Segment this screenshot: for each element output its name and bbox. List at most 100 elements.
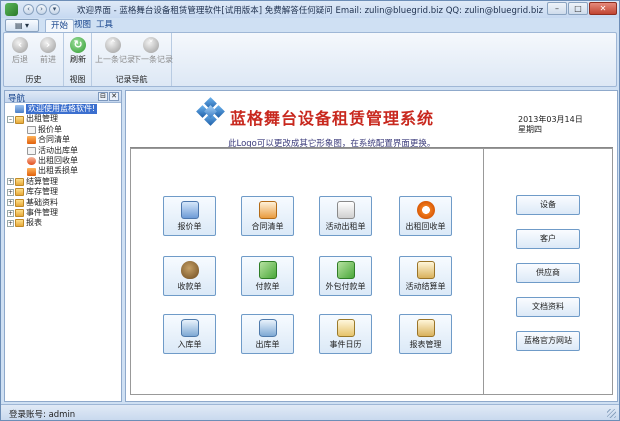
shortcut-label: 出租回收单 (405, 222, 446, 231)
expand-icon[interactable]: + (7, 199, 14, 207)
rental-return-button[interactable]: 出租回收单 (399, 196, 452, 236)
documents-button[interactable]: 文档资料 (516, 297, 580, 317)
report-management-button[interactable]: 报表管理 (399, 314, 452, 354)
banknote-icon (258, 261, 277, 279)
event-calendar-button[interactable]: 事件日历 (319, 314, 372, 354)
welcome-panel: 蓝格舞台设备租赁管理系统 2013年03月14日 星期四 此Logo可以更改成其… (125, 90, 618, 402)
report-icon (416, 319, 435, 337)
banknote-icon (336, 261, 355, 279)
maximize-button[interactable]: □ (568, 2, 588, 15)
shortcut-label: 收款单 (177, 282, 202, 291)
tree-node-label: 库存管理 (26, 187, 58, 197)
app-window: ‹ › ▾ 欢迎界面 - 蓝格舞台设备租赁管理软件[试用版本] 免费解答任何疑问… (0, 0, 620, 421)
forward-label: 前进 (40, 55, 56, 64)
clipboard-icon (416, 261, 435, 279)
tree-node-recycle[interactable]: 出租回收单 (5, 156, 121, 166)
tree-node-inventory[interactable]: + 库存管理 (5, 187, 121, 197)
damage-icon (27, 167, 36, 176)
tree-node-welcome[interactable]: 欢迎使用蓝格软件! (5, 104, 121, 115)
expand-icon[interactable]: + (7, 219, 14, 227)
payment-button[interactable]: 付款单 (241, 256, 294, 296)
equipment-button[interactable]: 设备 (516, 195, 580, 215)
tree-node-label: 出租回收单 (38, 155, 78, 165)
expand-icon[interactable]: + (7, 209, 14, 217)
receipt-button[interactable]: 收款单 (163, 256, 216, 296)
database-icon (180, 319, 199, 337)
contract-button[interactable]: 合同清单 (241, 196, 294, 236)
history-group-label: 历史 (25, 75, 42, 84)
tree-node-label: 活动出库单 (38, 145, 78, 155)
prev-record-button[interactable]: ˄ 上一条记录 (95, 35, 135, 65)
activity-rental-button[interactable]: 活动出租单 (319, 196, 372, 236)
title-bar[interactable]: ‹ › ▾ 欢迎界面 - 蓝格舞台设备租赁管理软件[试用版本] 免费解答任何疑问… (1, 1, 619, 18)
tab-tools[interactable]: 工具 (91, 19, 118, 32)
collapse-icon[interactable]: – (7, 116, 14, 124)
record-nav-group-label: 记录导航 (115, 75, 148, 84)
folder-icon (15, 115, 24, 124)
back-button[interactable]: ‹ 后退 (5, 35, 35, 65)
shortcut-label: 入库单 (177, 340, 202, 349)
inbound-button[interactable]: 入库单 (163, 314, 216, 354)
weekday-text: 星期四 (518, 125, 542, 134)
tree-node-damage[interactable]: 出租丢损单 (5, 166, 121, 176)
nav-pin-button[interactable]: ⊟ (98, 92, 108, 101)
tree-node-label: 出租管理 (26, 114, 58, 124)
refresh-button[interactable]: ↻ 刷新 (63, 35, 93, 65)
expand-icon[interactable]: + (7, 178, 14, 186)
application-menu-button[interactable]: ▤ ▾ (5, 19, 39, 32)
activity-settlement-button[interactable]: 活动结算单 (399, 256, 452, 296)
nav-header: 导航 ⊟ ✕ (5, 91, 121, 104)
tree-node-reports[interactable]: + 报表 (5, 218, 121, 228)
back-label: 后退 (12, 55, 28, 64)
folder-icon (15, 209, 24, 218)
expand-icon[interactable]: + (7, 188, 14, 196)
view-group-label: 视图 (69, 75, 86, 84)
resize-grip-icon[interactable] (607, 409, 616, 418)
arrow-left-icon: ‹ (12, 37, 28, 53)
official-website-button[interactable]: 蓝格官方网站 (516, 331, 580, 351)
nav-close-button[interactable]: ✕ (109, 92, 119, 101)
database-icon (258, 319, 277, 337)
ribbon-panel: ‹ 后退 › 前进 历史 ↻ 刷新 视图 ˄ 上一条记录 ˅ 下一条记录 记录导… (3, 32, 617, 87)
tree-node-contract[interactable]: 合同清单 (5, 135, 121, 145)
tree-node-rental[interactable]: – 出租管理 (5, 114, 121, 124)
tree-node-outbound[interactable]: 活动出库单 (5, 146, 121, 156)
tree-node-label: 出租丢损单 (38, 166, 78, 176)
current-date: 2013年03月14日 星期四 (518, 115, 583, 135)
shortcut-label: 合同清单 (251, 222, 284, 231)
shortcut-grid: 报价单 合同清单 活动出租单 出租回收单 收款单 付款单 外包付款单 活动结算单… (130, 148, 484, 395)
tree-node-label: 报表 (26, 218, 42, 228)
group-history: ‹ 后退 › 前进 历史 (4, 33, 64, 86)
forward-button[interactable]: › 前进 (33, 35, 63, 65)
calendar-icon (336, 319, 355, 337)
money-bag-icon (180, 261, 199, 279)
minimize-button[interactable]: – (547, 2, 567, 15)
document-icon (27, 125, 36, 134)
refresh-label: 刷新 (70, 55, 86, 64)
nav-header-buttons: ⊟ ✕ (98, 92, 119, 101)
side-shortcuts: 设备 客户 供应商 文档资料 蓝格官方网站 (484, 148, 613, 395)
folder-icon (15, 188, 24, 197)
quote-button[interactable]: 报价单 (163, 196, 216, 236)
ribbon-tabs: ▤ ▾ 开始 视图 工具 (1, 18, 619, 32)
folder-icon (15, 198, 24, 207)
outsource-payment-button[interactable]: 外包付款单 (319, 256, 372, 296)
next-record-button[interactable]: ˅ 下一条记录 (133, 35, 173, 65)
shortcut-label: 出库单 (255, 340, 280, 349)
tree-node-settlement[interactable]: + 结算管理 (5, 177, 121, 187)
window-controls: – □ ✕ (547, 2, 617, 15)
shortcut-label: 付款单 (255, 282, 280, 291)
tree-node-events[interactable]: + 事件管理 (5, 208, 121, 218)
outbound-button[interactable]: 出库单 (241, 314, 294, 354)
tree-node-quote[interactable]: 报价单 (5, 125, 121, 135)
shortcut-label: 事件日历 (329, 340, 362, 349)
tree-node-label: 结算管理 (26, 176, 58, 186)
supplier-button[interactable]: 供应商 (516, 263, 580, 283)
customer-button[interactable]: 客户 (516, 229, 580, 249)
next-record-label: 下一条记录 (133, 55, 173, 64)
refresh-icon: ↻ (70, 37, 86, 53)
tree-node-basic-data[interactable]: + 基础资料 (5, 198, 121, 208)
shortcut-label: 活动出租单 (325, 222, 366, 231)
tree-node-label: 欢迎使用蓝格软件! (26, 104, 98, 115)
close-button[interactable]: ✕ (589, 2, 617, 15)
